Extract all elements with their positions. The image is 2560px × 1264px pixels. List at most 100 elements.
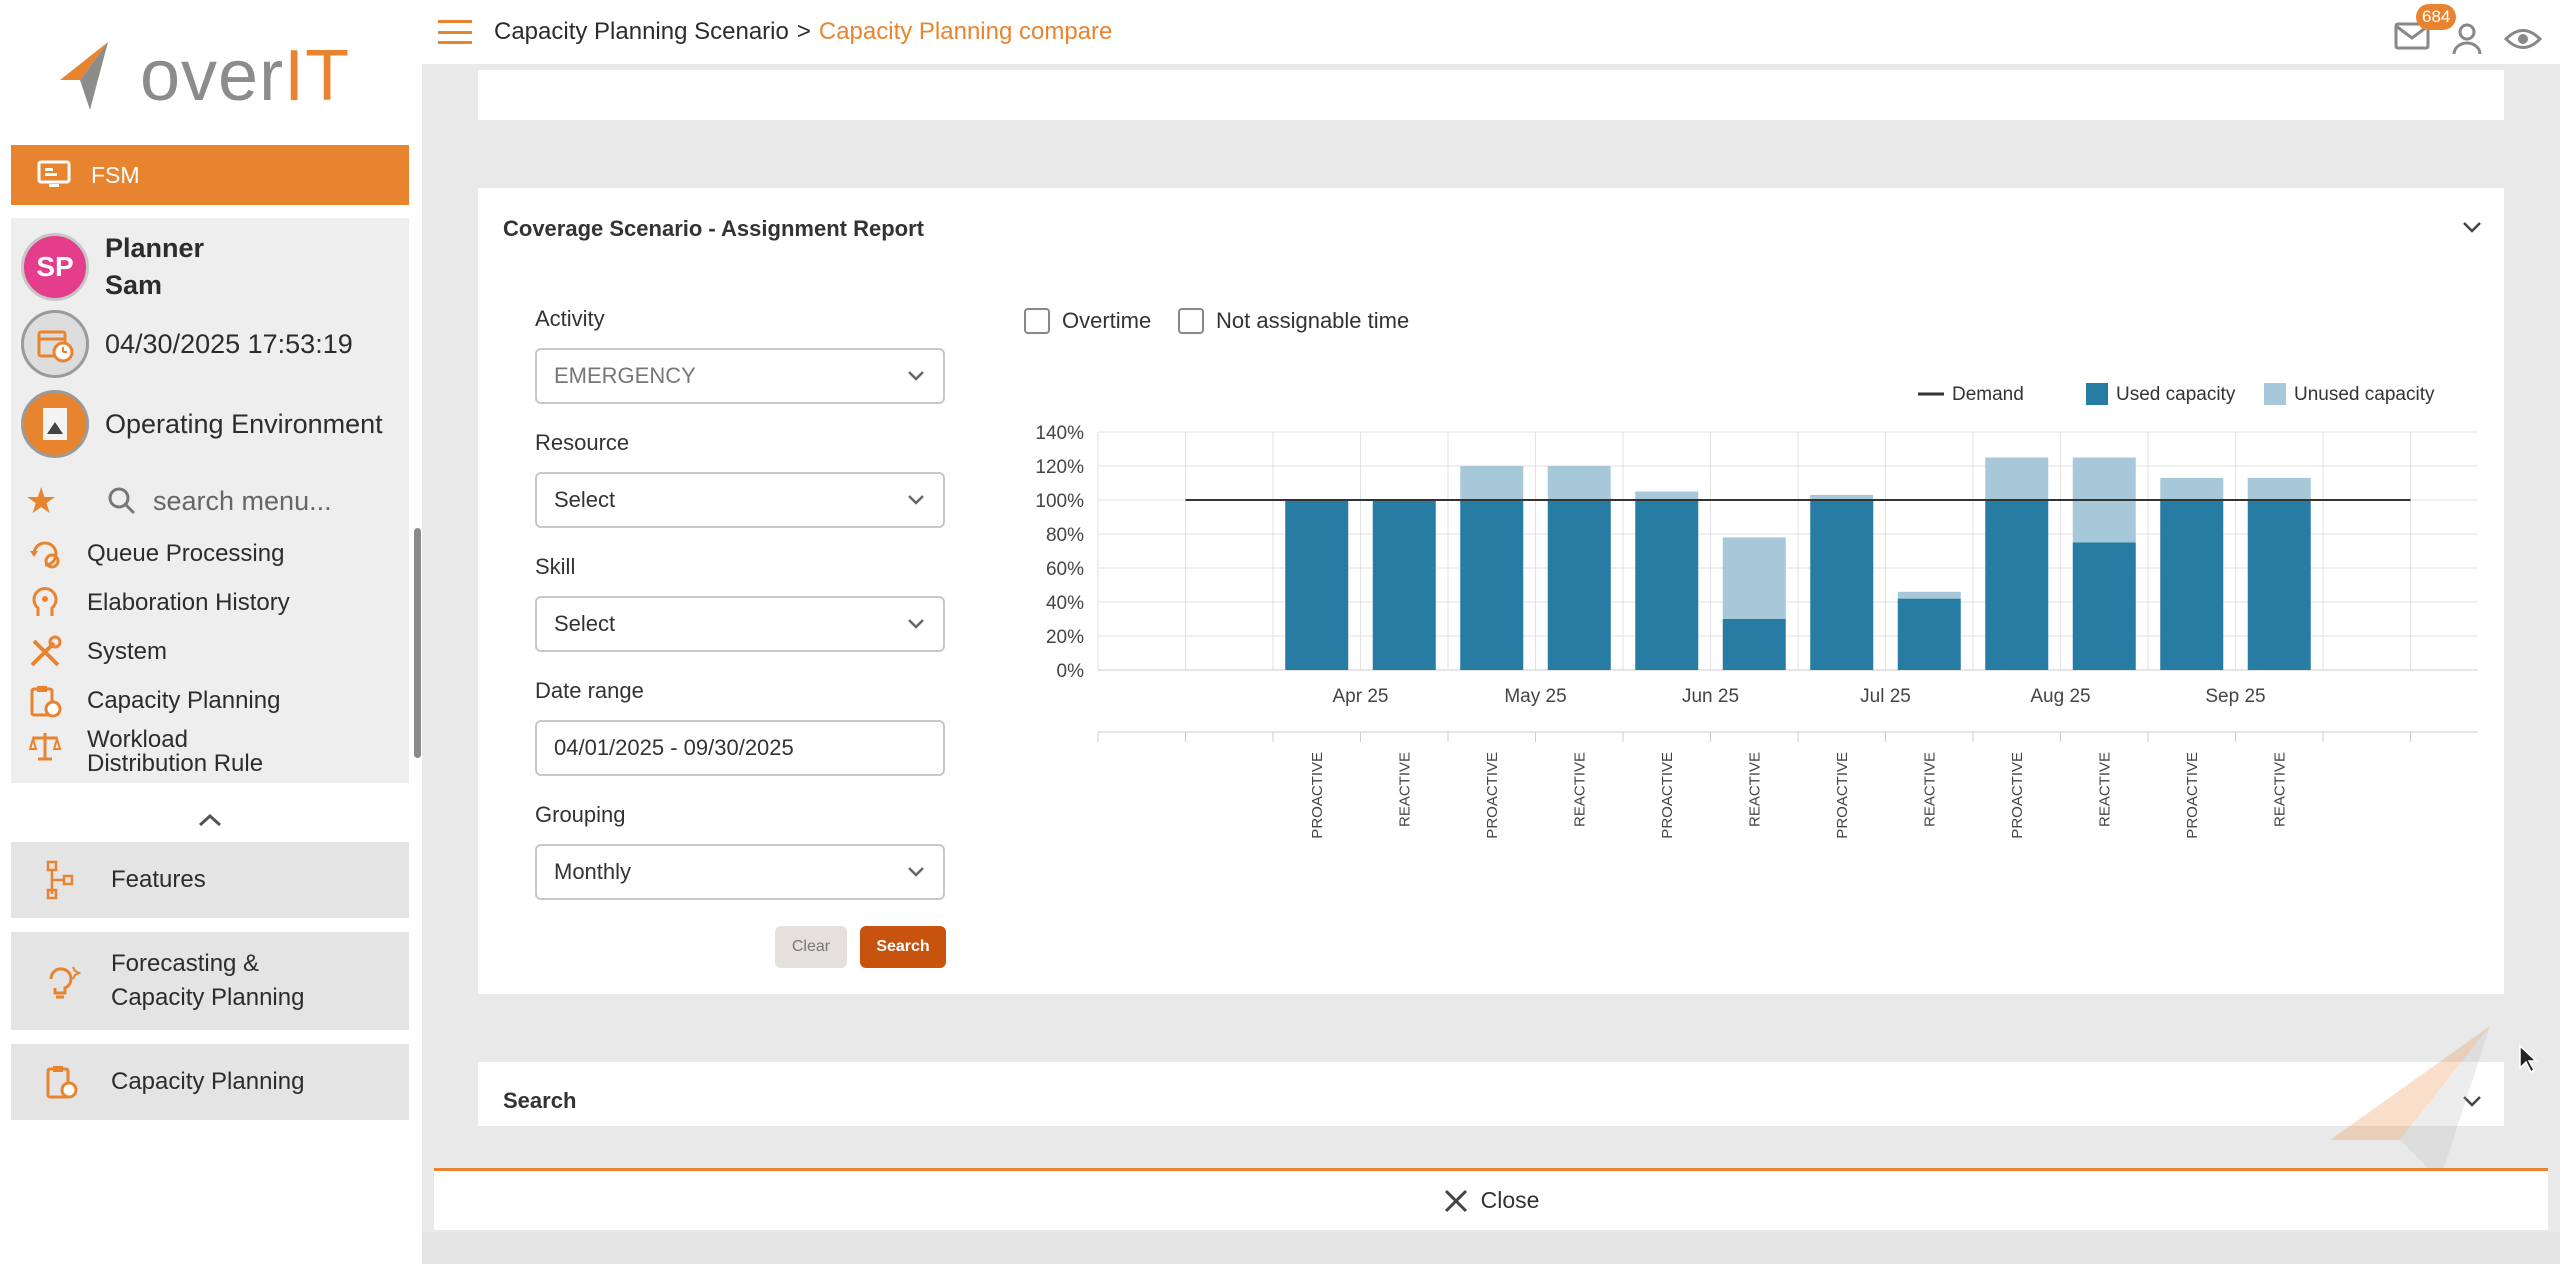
bar-unused-capacity bbox=[1547, 466, 1611, 500]
search-icon bbox=[108, 487, 136, 515]
lightbulb-icon bbox=[41, 961, 81, 1001]
skill-value: Select bbox=[554, 611, 616, 636]
logo-text-accent: IT bbox=[284, 36, 351, 116]
x-subcategory-label: REACTIVE bbox=[2096, 752, 2113, 827]
mouse-cursor-icon bbox=[2519, 1044, 2538, 1074]
feature-label: Capacity Planning bbox=[111, 1068, 305, 1095]
avatar: SP bbox=[21, 233, 89, 301]
hamburger-menu-icon[interactable] bbox=[438, 20, 472, 44]
user-panel: SP Planner Sam 04/30/2025 17:53:19 Opera… bbox=[11, 218, 409, 783]
user-icon[interactable] bbox=[2452, 23, 2482, 55]
feature-card-features[interactable]: Features bbox=[11, 842, 409, 918]
menu-item-workload-distribution-rule[interactable]: Workload Distribution Rule bbox=[25, 728, 263, 776]
x-subcategory-label: PROACTIVE bbox=[1309, 752, 1326, 839]
eye-icon[interactable] bbox=[2504, 26, 2542, 52]
feature-label-line2: Capacity Planning bbox=[111, 984, 305, 1011]
x-month-label: May 25 bbox=[1504, 686, 1566, 707]
x-month-label: Jul 25 bbox=[1860, 686, 1911, 707]
x-subcategory-label: PROACTIVE bbox=[1659, 752, 1676, 839]
resource-select[interactable]: Select bbox=[535, 472, 945, 528]
bar-used-capacity bbox=[1285, 500, 1349, 670]
not-assignable-checkbox[interactable]: Not assignable time bbox=[1178, 308, 1409, 334]
clipboard-clock-icon bbox=[41, 1064, 81, 1100]
checkbox-box bbox=[1178, 308, 1204, 334]
search-menu-placeholder: search menu... bbox=[153, 485, 332, 516]
bar-unused-capacity bbox=[1722, 537, 1786, 619]
module-label: FSM bbox=[91, 161, 140, 188]
activity-value: EMERGENCY bbox=[554, 363, 696, 388]
user-name-line1: Planner bbox=[105, 233, 205, 263]
environment-icon bbox=[21, 390, 89, 458]
menu-label: Elaboration History bbox=[87, 589, 290, 616]
overtime-label: Overtime bbox=[1062, 308, 1152, 333]
menu-item-elaboration-history[interactable]: Elaboration History bbox=[25, 585, 290, 621]
feature-label: Forecasting & bbox=[111, 950, 260, 977]
grouping-select[interactable]: Monthly bbox=[535, 844, 945, 900]
sidebar-scrollbar[interactable] bbox=[414, 528, 421, 758]
close-icon bbox=[1444, 1189, 1467, 1212]
skill-select[interactable]: Select bbox=[535, 596, 945, 652]
menu-item-queue-processing[interactable]: Queue Processing bbox=[25, 536, 284, 572]
menu-label: Queue Processing bbox=[87, 540, 285, 567]
search-button[interactable]: Search bbox=[860, 926, 946, 968]
x-subcategory-label: PROACTIVE bbox=[2184, 752, 2201, 839]
module-fsm[interactable]: FSM bbox=[11, 145, 409, 205]
breadcrumb-current: Capacity Planning compare bbox=[818, 18, 1113, 45]
bar-used-capacity bbox=[1722, 619, 1786, 670]
x-month-label: Sep 25 bbox=[2205, 686, 2265, 707]
datetime-row: 04/30/2025 17:53:19 bbox=[21, 310, 353, 378]
search-panel: Search bbox=[478, 1062, 2504, 1126]
y-tick-label: 60% bbox=[1046, 559, 1084, 580]
notifications-button[interactable]: 684 bbox=[2394, 4, 2457, 55]
bar-used-capacity bbox=[1635, 500, 1699, 670]
bar-used-capacity bbox=[2072, 542, 2136, 670]
not-assignable-label: Not assignable time bbox=[1216, 308, 1410, 333]
menu-item-capacity-planning[interactable]: Capacity Planning bbox=[25, 683, 280, 719]
breadcrumb-parent[interactable]: Capacity Planning Scenario bbox=[494, 18, 789, 45]
y-tick-label: 40% bbox=[1046, 593, 1084, 614]
feature-card-forecasting[interactable]: Forecasting & Capacity Planning bbox=[11, 932, 409, 1030]
overit-logo-icon bbox=[60, 42, 108, 110]
chevron-up-icon[interactable] bbox=[196, 810, 224, 830]
environment-label: Operating Environment bbox=[105, 408, 383, 439]
sidebar: overIT FSM SP Planner Sam 04/30/2025 17:… bbox=[0, 0, 422, 1264]
date-range-value: 04/01/2025 - 09/30/2025 bbox=[554, 735, 794, 760]
menu-label-line2: Distribution Rule bbox=[87, 750, 264, 776]
watermark-logo bbox=[2330, 1026, 2490, 1180]
activity-label: Activity bbox=[535, 306, 605, 331]
search-menu-input[interactable]: search menu... bbox=[107, 486, 332, 517]
resource-value: Select bbox=[554, 487, 616, 512]
y-tick-label: 20% bbox=[1046, 627, 1084, 648]
favorites-star-icon[interactable]: ★ bbox=[25, 480, 65, 522]
date-range-input[interactable]: 04/01/2025 - 09/30/2025 bbox=[535, 720, 945, 776]
menu-label: System bbox=[87, 638, 168, 665]
overtime-checkbox[interactable]: Overtime bbox=[1024, 308, 1151, 334]
capacity-chart: 0% 20% 40% 60% 80% 100% 120% 140% PROACTIVE REACT… bbox=[1035, 383, 2478, 839]
breadcrumb: Capacity Planning Scenario > Capacity Plan… bbox=[494, 18, 1112, 46]
y-tick-label: 100% bbox=[1035, 491, 1084, 512]
menu-item-system[interactable]: System bbox=[25, 634, 167, 670]
current-datetime: 04/30/2025 17:53:19 bbox=[105, 328, 353, 359]
bar-used-capacity bbox=[2247, 500, 2311, 670]
bar-used-capacity bbox=[1460, 500, 1524, 670]
chevron-down-icon bbox=[908, 495, 924, 505]
previous-panel-bottom bbox=[478, 70, 2504, 120]
search-panel-title[interactable]: Search bbox=[503, 1088, 576, 1114]
chevron-down-icon[interactable] bbox=[2462, 220, 2482, 234]
feature-card-capacity-planning[interactable]: Capacity Planning bbox=[11, 1044, 409, 1120]
user-row[interactable]: SP Planner Sam bbox=[21, 230, 204, 304]
x-month-label: Apr 25 bbox=[1333, 686, 1389, 707]
panel-title[interactable]: Coverage Scenario - Assignment Report bbox=[503, 216, 924, 242]
close-button[interactable]: Close bbox=[434, 1168, 2548, 1230]
calendar-clock-icon bbox=[21, 310, 89, 378]
activity-select[interactable]: EMERGENCY bbox=[535, 348, 945, 404]
overit-logo[interactable]: overIT bbox=[50, 36, 390, 116]
close-label: Close bbox=[1480, 1187, 1540, 1213]
legend-unused-label: Unused capacity bbox=[2294, 384, 2435, 405]
bar-unused-capacity bbox=[1460, 466, 1524, 500]
chevron-down-icon bbox=[908, 619, 924, 629]
environment-row[interactable]: Operating Environment bbox=[21, 390, 383, 458]
clear-button[interactable]: Clear bbox=[775, 926, 847, 968]
x-month-label: Jun 25 bbox=[1682, 686, 1739, 707]
bar-used-capacity bbox=[1810, 500, 1874, 670]
